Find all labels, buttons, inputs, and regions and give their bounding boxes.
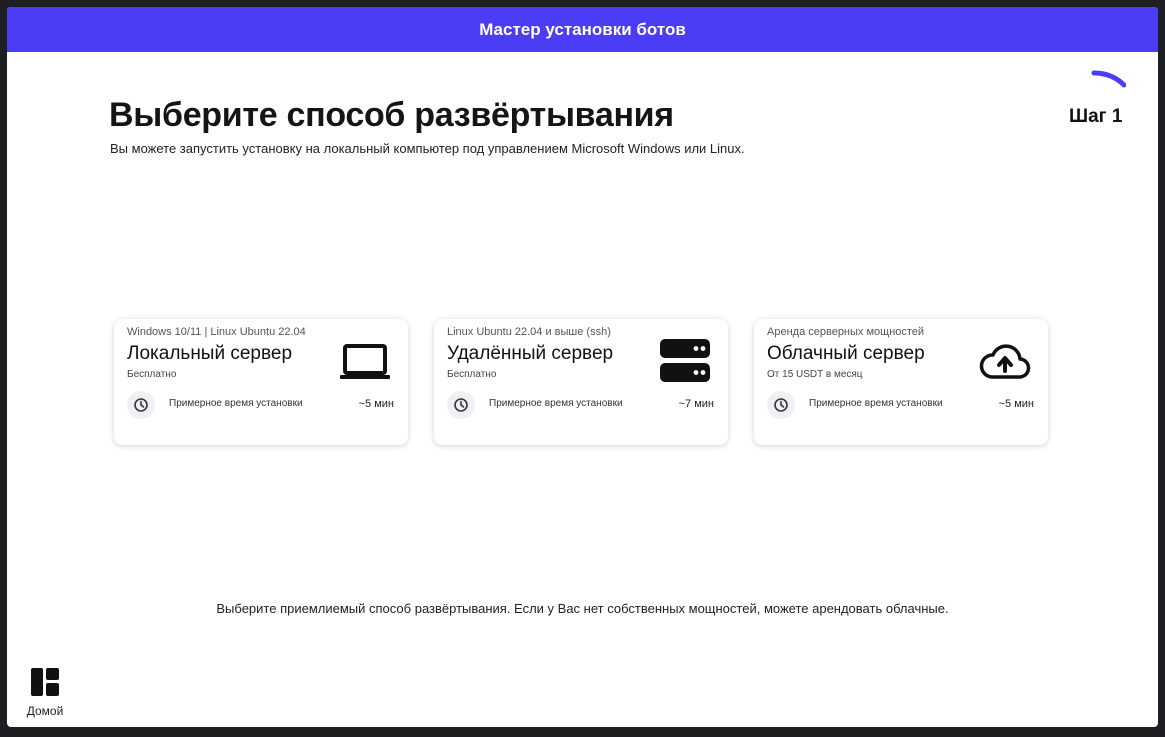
cloud-upload-icon — [979, 344, 1031, 379]
home-label: Домой — [26, 704, 64, 718]
clock-icon — [134, 398, 148, 412]
progress-spinner-icon — [1091, 70, 1126, 88]
card-local-server[interactable]: Windows 10/11 | Linux Ubuntu 22.04 Локал… — [114, 319, 408, 445]
card-price: Бесплатно — [447, 369, 497, 380]
title-bar: Мастер установки ботов — [7, 7, 1158, 52]
time-value: ~5 мин — [998, 398, 1034, 410]
card-cloud-server[interactable]: Аренда серверных мощностей Облачный серв… — [754, 319, 1048, 445]
dashboard-icon — [31, 668, 59, 696]
card-os-label: Windows 10/11 | Linux Ubuntu 22.04 — [127, 326, 306, 338]
card-os-label: Linux Ubuntu 22.04 и выше (ssh) — [447, 326, 611, 338]
installer-window: Мастер установки ботов Шаг 1 Выберите сп… — [7, 7, 1158, 727]
home-button[interactable]: Домой — [20, 666, 70, 722]
card-price: От 15 USDT в месяц — [767, 369, 863, 380]
card-os-label: Аренда серверных мощностей — [767, 326, 925, 338]
clock-icon — [454, 398, 468, 412]
clock-badge — [447, 391, 475, 419]
laptop-icon — [340, 344, 390, 379]
card-title: Локальный сервер — [127, 343, 293, 364]
time-value: ~5 мин — [358, 398, 394, 410]
clock-icon — [774, 398, 788, 412]
time-value: ~7 мин — [678, 398, 714, 410]
card-remote-server[interactable]: Linux Ubuntu 22.04 и выше (ssh) Удалённы… — [434, 319, 728, 445]
window-title: Мастер установки ботов — [479, 19, 686, 39]
time-label: Примерное время установки — [169, 398, 303, 409]
page-title: Выберите способ развёртывания — [109, 96, 674, 134]
time-label: Примерное время установки — [809, 398, 943, 409]
time-label: Примерное время установки — [489, 398, 623, 409]
card-title: Удалённый сервер — [447, 343, 614, 364]
step-label: Шаг 1 — [1069, 106, 1123, 127]
clock-badge — [767, 391, 795, 419]
page-subtitle: Вы можете запустить установку на локальн… — [110, 141, 745, 156]
card-title: Облачный сервер — [767, 343, 925, 364]
server-icon — [660, 339, 710, 382]
hint-text: Выберите приемлиемый способ развёртывани… — [216, 601, 949, 616]
card-price: Бесплатно — [127, 369, 177, 380]
clock-badge — [127, 391, 155, 419]
